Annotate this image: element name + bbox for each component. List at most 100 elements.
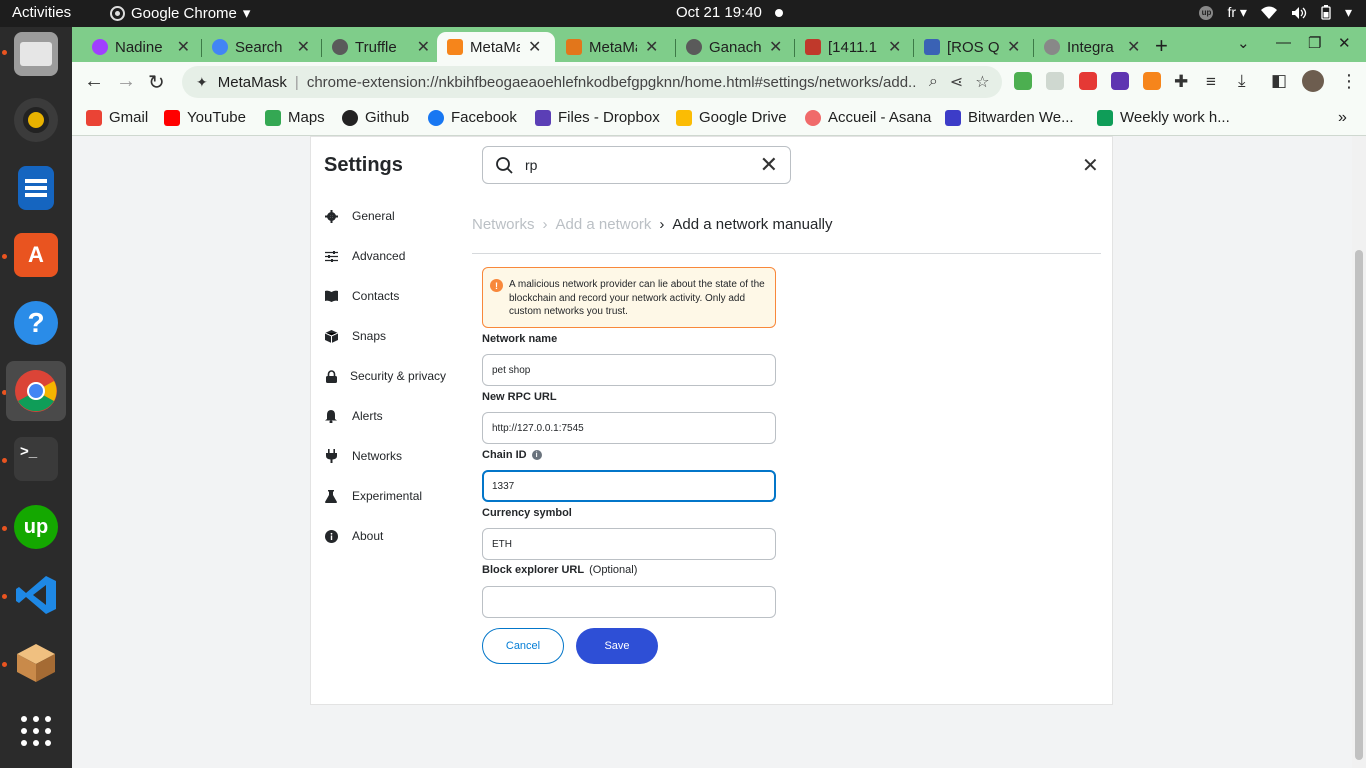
close-settings-icon[interactable]: ✕ [1082,153,1099,178]
sidebar-item-snaps[interactable]: Snaps [324,325,386,347]
clock[interactable]: Oct 21 19:40 [676,4,762,21]
dock-writer[interactable] [6,158,66,218]
info-icon[interactable]: i [531,450,542,460]
activities-button[interactable]: Activities [12,4,71,21]
tab-label: Search [235,38,283,56]
extension-icon[interactable] [1079,72,1097,90]
breadcrumb-networks[interactable]: Networks [472,216,535,233]
bookmark-item[interactable]: Accueil - Asana [805,109,931,126]
app-menu[interactable]: Google Chrome ▾ [110,4,250,22]
extension-icon[interactable] [1111,72,1129,90]
cancel-button[interactable]: Cancel [482,628,564,664]
bell-icon [324,409,338,423]
dock-help[interactable]: ? [6,293,66,353]
close-tab-icon[interactable]: ✕ [528,37,541,57]
sidebar-item-experimental[interactable]: Experimental [324,485,422,507]
tab[interactable]: Integra ✕ [1034,32,1152,62]
tab[interactable]: [ROS Q ✕ [914,32,1032,62]
close-tab-icon[interactable]: ✕ [1127,37,1140,57]
language-indicator[interactable]: fr ▾ [1227,4,1246,21]
close-tab-icon[interactable]: ✕ [417,37,430,57]
scrollbar-thumb[interactable] [1355,250,1363,760]
system-tray[interactable]: up fr ▾ ▾ [1199,4,1352,21]
menu-kebab-icon[interactable]: ⋮ [1340,71,1358,92]
bookmark-item[interactable]: Facebook [428,109,517,126]
tab[interactable]: Search ✕ [202,32,320,62]
network-name-field[interactable]: pet shop [482,354,776,386]
rpc-url-field[interactable]: http://127.0.0.1:7545 [482,412,776,444]
avatar[interactable] [1302,70,1324,92]
bookmark-item[interactable]: Google Drive [676,109,787,126]
dock-chrome[interactable] [6,361,66,421]
truffle-icon [332,39,348,55]
forward-button[interactable]: → [116,70,136,93]
chain-id-field[interactable]: 1337 [482,470,776,502]
sidebar-item-general[interactable]: General [324,205,395,227]
bookmark-item[interactable]: Weekly work h... [1097,109,1230,126]
tab[interactable]: MetaMask ✕ [556,32,674,62]
bookmark-item[interactable]: Github [342,109,409,126]
close-tab-icon[interactable]: ✕ [645,37,658,57]
maximize-button[interactable]: ❐ [1308,34,1321,52]
bookmark-item[interactable]: Gmail [86,109,148,126]
close-tab-icon[interactable]: ✕ [177,37,190,57]
sidebar-item-networks[interactable]: Networks [324,445,402,467]
sidebar-item-contacts[interactable]: Contacts [324,285,399,307]
sidebar-item-security[interactable]: Security & privacy [324,365,446,387]
dock-terminal[interactable]: >_ [6,429,66,489]
clear-search-icon[interactable]: ✕ [760,152,778,178]
bookmark-item[interactable]: YouTube [164,109,246,126]
search-value[interactable]: rp [525,157,760,173]
extensions-puzzle-icon[interactable]: ✚ [1174,72,1188,92]
dock-files[interactable] [6,24,66,84]
url-text[interactable]: chrome-extension://nkbihfbeogaeaoehlefnk… [307,74,917,91]
tab[interactable]: Truffle ✕ [322,32,440,62]
minimize-button[interactable]: — [1276,34,1291,51]
share-icon[interactable]: ⋖ [950,72,963,92]
tab[interactable]: Nadine ✕ [82,32,200,62]
page-scrollbar[interactable] [1352,136,1366,768]
save-button[interactable]: Save [576,628,658,664]
divider [472,253,1101,254]
tab-active[interactable]: MetaMask ✕ [437,32,555,62]
address-bar[interactable]: ✦ MetaMask | chrome-extension://nkbihfbe… [182,66,1002,98]
close-tab-icon[interactable]: ✕ [769,37,782,57]
more-bookmarks-chevron-icon[interactable]: » [1338,109,1347,127]
reload-button[interactable]: ↻ [148,70,165,95]
block-explorer-field[interactable] [482,586,776,618]
download-icon[interactable]: ⤓ [1238,71,1246,91]
back-button[interactable]: ← [84,70,104,93]
close-tab-icon[interactable]: ✕ [1007,37,1020,57]
sidebar-item-alerts[interactable]: Alerts [324,405,383,427]
dock-app[interactable] [6,633,66,693]
dock-vscode[interactable] [6,565,66,625]
tab[interactable]: Ganache ✕ [676,32,794,62]
extension-icon[interactable] [1014,72,1032,90]
dock-rhythmbox[interactable] [6,90,66,150]
tab[interactable]: [1411.1 ✕ [795,32,913,62]
upwork-tray-icon[interactable]: up [1199,5,1214,20]
dock-software[interactable]: A [6,225,66,285]
breadcrumb-add-network[interactable]: Add a network [556,216,652,233]
bookmark-item[interactable]: Maps [265,109,325,126]
bookmark-item[interactable]: Files - Dropbox [535,109,660,126]
currency-symbol-field[interactable]: ETH [482,528,776,560]
dock-upwork[interactable]: up [6,497,66,557]
metamask-extension-icon[interactable] [1143,72,1161,90]
side-panel-icon[interactable]: ◧ [1271,71,1287,91]
sidebar-item-advanced[interactable]: Advanced [324,245,405,267]
settings-search-input[interactable]: rp ✕ [482,146,791,184]
tab-search-chevron-icon[interactable]: ⌄ [1237,34,1250,52]
extension-icon[interactable] [1046,72,1064,90]
dock-show-apps[interactable] [6,701,66,761]
sidebar-item-about[interactable]: About [324,525,383,547]
star-icon[interactable]: ☆ [975,72,989,92]
zoom-icon[interactable]: ⌕ [929,73,938,91]
close-tab-icon[interactable]: ✕ [888,37,901,57]
close-window-button[interactable]: ✕ [1338,34,1351,52]
bookmark-item[interactable]: Bitwarden We... [945,109,1074,126]
tab-label: [1411.1 [828,38,877,56]
new-tab-button[interactable]: + [1155,33,1168,59]
media-icon[interactable]: ≡ [1206,72,1216,92]
close-tab-icon[interactable]: ✕ [297,37,310,57]
